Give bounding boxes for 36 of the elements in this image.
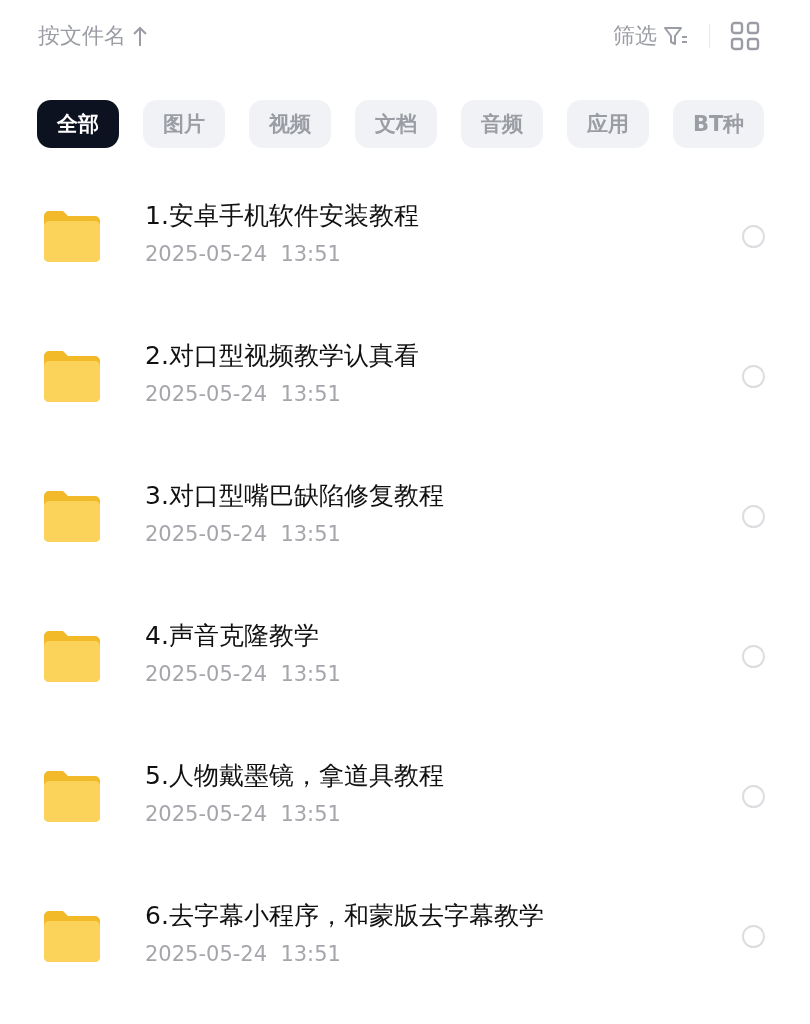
category-tab[interactable]: 音频	[461, 100, 543, 148]
folder-icon	[42, 348, 102, 404]
select-radio[interactable]	[742, 364, 765, 388]
file-name[interactable]: 1.安卓手机软件安装教程	[145, 198, 742, 232]
sort-button[interactable]: 按文件名	[38, 21, 148, 51]
category-tab[interactable]: 应用	[567, 100, 649, 148]
filter-button[interactable]: 筛选	[613, 21, 689, 51]
file-name[interactable]: 5.人物戴墨镜，拿道具教程	[145, 758, 742, 792]
select-radio[interactable]	[742, 224, 765, 248]
category-tab[interactable]: BT种	[673, 100, 765, 148]
folder-icon	[42, 488, 102, 544]
file-name[interactable]: 4.声音克隆教学	[145, 618, 742, 652]
folder-icon	[42, 908, 102, 964]
category-tab[interactable]: 图片	[143, 100, 225, 148]
select-radio[interactable]	[742, 504, 765, 528]
category-tab[interactable]: 视频	[249, 100, 331, 148]
file-date: 2025-05-24 13:51	[145, 381, 342, 406]
file-date: 2025-05-24 13:51	[145, 241, 342, 266]
folder-icon	[42, 208, 102, 264]
category-tab[interactable]: 全部	[37, 100, 119, 148]
file-name[interactable]: 2.对口型视频教学认真看	[145, 338, 742, 372]
grid-view-icon[interactable]	[730, 21, 760, 51]
select-radio[interactable]	[742, 924, 765, 948]
file-date: 2025-05-24 13:51	[145, 941, 342, 966]
file-name[interactable]: 3.对口型嘴巴缺陷修复教程	[145, 478, 742, 512]
select-radio[interactable]	[742, 644, 765, 668]
file-date: 2025-05-24 13:51	[145, 521, 342, 546]
filter-icon	[663, 25, 689, 47]
up-arrow-icon	[132, 25, 148, 47]
folder-icon	[42, 628, 102, 684]
category-tab[interactable]: 文档	[355, 100, 437, 148]
select-radio[interactable]	[742, 784, 765, 808]
file-date: 2025-05-24 13:51	[145, 801, 342, 826]
folder-icon	[42, 768, 102, 824]
file-date: 2025-05-24 13:51	[145, 661, 342, 686]
file-name[interactable]: 6.去字幕小程序，和蒙版去字幕教学	[145, 898, 742, 932]
